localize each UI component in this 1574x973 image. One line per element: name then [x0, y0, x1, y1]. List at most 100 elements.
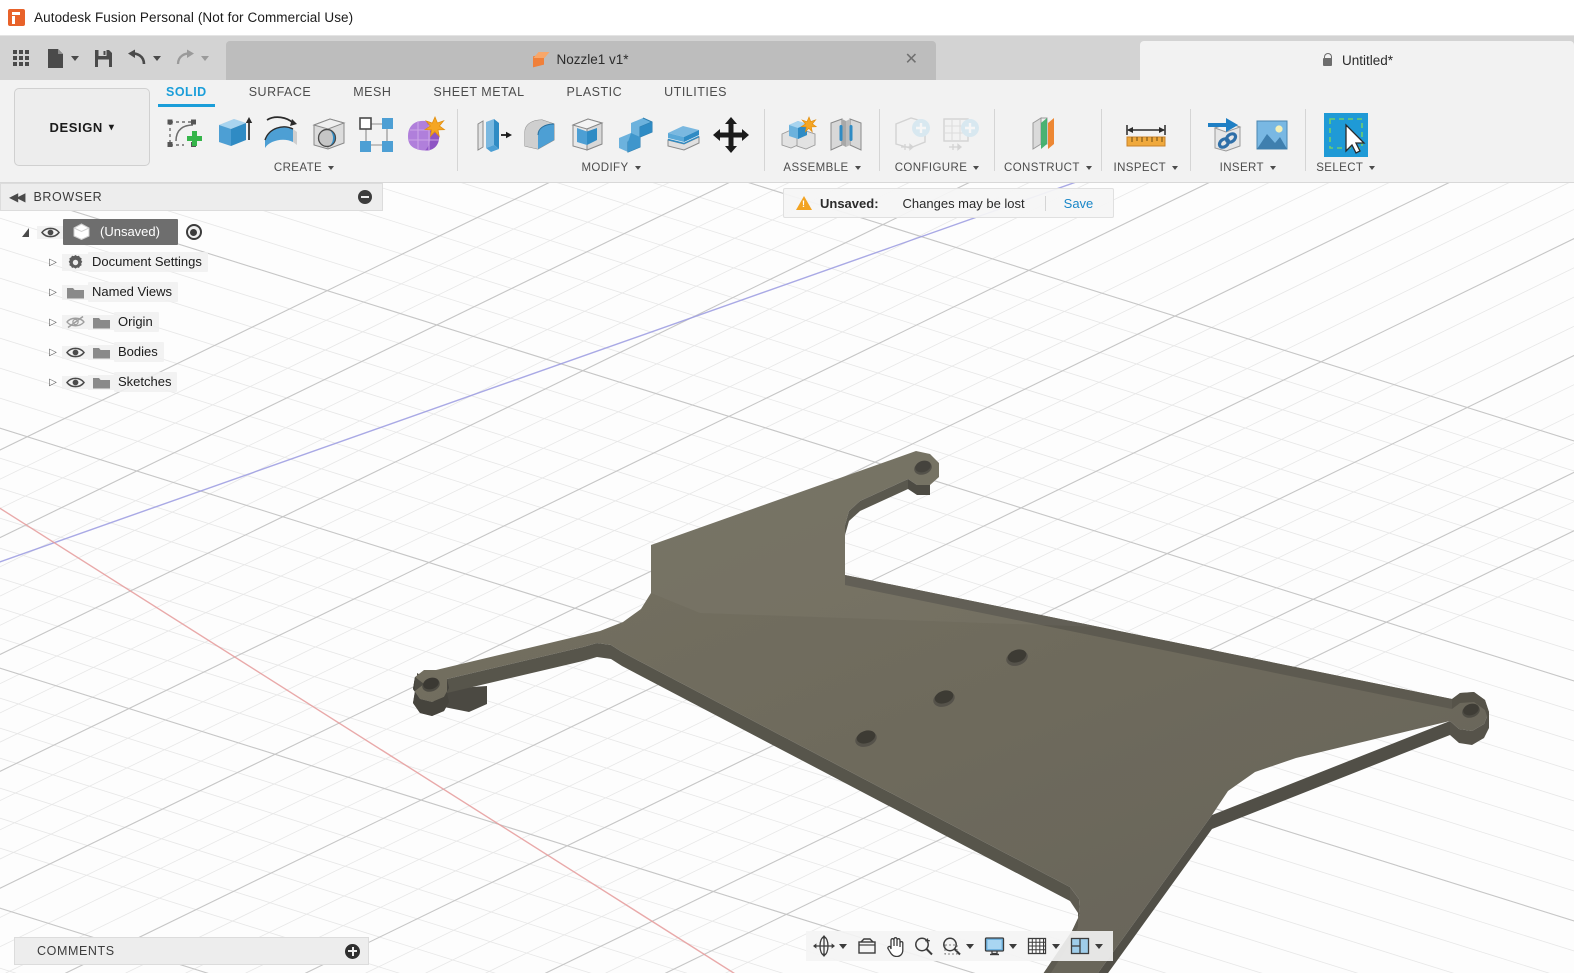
panel-label-inspect[interactable]: INSPECT: [1113, 162, 1179, 174]
display-settings-button[interactable]: [980, 932, 1008, 960]
zoom-button[interactable]: [909, 932, 937, 960]
extrude-tool[interactable]: [208, 110, 256, 160]
shell-tool[interactable]: [563, 110, 611, 160]
pattern-tool[interactable]: [352, 110, 400, 160]
browser-node-bodies[interactable]: ▷ Bodies: [0, 337, 383, 367]
browser-node-unsaved[interactable]: (Unsaved): [0, 217, 383, 247]
pan-button[interactable]: [881, 932, 909, 960]
chevron-down-icon: [854, 166, 861, 170]
chevron-right-icon[interactable]: ▷: [44, 287, 62, 298]
panel-label-select[interactable]: SELECT: [1316, 162, 1376, 174]
panel-label-modify[interactable]: MODIFY: [581, 162, 641, 174]
joint-tool[interactable]: [822, 110, 870, 160]
visibility-eye-hidden-icon[interactable]: [62, 315, 88, 329]
ribbon-panel-assemble: ASSEMBLE: [774, 107, 870, 183]
offset-plane-tool[interactable]: [1016, 110, 1080, 160]
new-file-dropdown-caret-icon[interactable]: [71, 55, 79, 61]
chevron-right-icon[interactable]: ▷: [44, 317, 62, 328]
zoom-window-icon: [942, 937, 961, 955]
undo-button[interactable]: [122, 43, 152, 73]
extrude-icon: [219, 117, 253, 146]
configure-table-tool: [937, 110, 985, 160]
canvas-viewport[interactable]: ◀◀ BROWSER (Unsaved) ▷ Document Settings…: [0, 183, 1574, 973]
comments-title: COMMENTS: [37, 944, 115, 958]
visibility-eye-icon[interactable]: [37, 225, 63, 239]
visibility-eye-icon[interactable]: [62, 375, 88, 389]
panel-label-create[interactable]: CREATE: [274, 162, 335, 174]
component-icon: [73, 223, 90, 240]
unsaved-status: Unsaved:: [820, 195, 879, 211]
quick-access-toolbar: [0, 36, 218, 80]
browser-node-document-settings[interactable]: ▷ Document Settings: [0, 247, 383, 277]
browser-node-sketches[interactable]: ▷ Sketches: [0, 367, 383, 397]
viewports-button[interactable]: [1066, 932, 1094, 960]
fillet-tool[interactable]: [515, 110, 563, 160]
combine-tool[interactable]: [611, 110, 659, 160]
browser-node-named-views[interactable]: ▷ Named Views: [0, 277, 383, 307]
minus-circle-icon[interactable]: [358, 190, 372, 204]
panel-label-configure[interactable]: CONFIGURE: [895, 162, 980, 174]
ribbon-tab-solid[interactable]: SOLID: [158, 80, 215, 107]
grid-snaps-button[interactable]: [1023, 932, 1051, 960]
workspace-selector-button[interactable]: DESIGN ▾: [14, 88, 150, 166]
browser-node-origin[interactable]: ▷ Origin: [0, 307, 383, 337]
chevron-right-icon[interactable]: ▷: [44, 257, 62, 268]
ribbon-tab-surface[interactable]: SURFACE: [249, 80, 312, 104]
app-grid-button[interactable]: [6, 43, 36, 73]
panel-label-construct[interactable]: CONSTRUCT: [1004, 162, 1092, 174]
panel-label-insert[interactable]: INSERT: [1220, 162, 1276, 174]
create-form-tool[interactable]: [400, 110, 448, 160]
move-arrows-icon: [713, 117, 749, 153]
look-at-button[interactable]: [853, 932, 881, 960]
plus-circle-icon[interactable]: [345, 943, 360, 959]
configure-table-icon: [943, 118, 979, 151]
insert-derive-tool[interactable]: [1200, 110, 1248, 160]
ribbon: DESIGN ▾ SOLID SURFACE MESH SHEET METAL …: [0, 80, 1574, 183]
new-component-tool[interactable]: [774, 110, 822, 160]
zoom-window-dropdown-caret-icon[interactable]: [966, 943, 974, 949]
ribbon-tab-mesh[interactable]: MESH: [353, 80, 391, 104]
split-face-tool[interactable]: [659, 110, 707, 160]
document-tab-nozzle1[interactable]: Nozzle1 v1* ✕: [226, 41, 936, 80]
rectangular-pattern-icon: [359, 117, 393, 152]
zoom-window-button[interactable]: [937, 932, 965, 960]
canvas-image-tool[interactable]: [1248, 110, 1296, 160]
select-tool[interactable]: [1315, 110, 1377, 160]
orbit-dropdown-caret-icon[interactable]: [839, 943, 847, 949]
press-pull-tool[interactable]: [467, 110, 515, 160]
ribbon-tab-sheet-metal[interactable]: SHEET METAL: [433, 80, 524, 104]
ribbon-tab-utilities[interactable]: UTILITIES: [664, 80, 727, 104]
redo-dropdown-caret-icon[interactable]: [201, 55, 209, 61]
chevron-right-icon[interactable]: ▷: [44, 347, 62, 358]
browser-node-label: Bodies: [114, 342, 164, 362]
activate-component-radio[interactable]: [185, 224, 202, 240]
create-sketch-tool[interactable]: [160, 110, 208, 160]
save-button[interactable]: [88, 43, 118, 73]
new-file-button[interactable]: [40, 43, 70, 73]
ribbon-tab-plastic[interactable]: PLASTIC: [567, 80, 623, 104]
document-tab-label: Untitled*: [1341, 53, 1394, 68]
configure-design-tool: [889, 110, 937, 160]
panel-separator: [1100, 109, 1102, 171]
undo-dropdown-caret-icon[interactable]: [153, 55, 161, 61]
visibility-eye-icon[interactable]: [62, 345, 88, 359]
close-icon[interactable]: ✕: [905, 52, 918, 68]
hole-tool[interactable]: [304, 110, 352, 160]
display-settings-dropdown-caret-icon[interactable]: [1009, 943, 1017, 949]
viewports-dropdown-caret-icon[interactable]: [1095, 943, 1103, 949]
comments-panel[interactable]: COMMENTS: [14, 937, 369, 965]
save-link[interactable]: Save: [1046, 196, 1112, 211]
move-copy-tool[interactable]: [707, 110, 755, 160]
document-tab-untitled[interactable]: Untitled*: [1140, 41, 1574, 80]
measure-tool[interactable]: [1111, 110, 1181, 160]
folder-icon: [88, 314, 114, 330]
unsaved-notification-bar: Unsaved: Changes may be lost Save: [783, 188, 1115, 218]
panel-label-assemble[interactable]: ASSEMBLE: [783, 162, 861, 174]
expand-triangle-icon[interactable]: [22, 227, 29, 237]
chevron-right-icon[interactable]: ▷: [44, 377, 62, 388]
orbit-button[interactable]: [810, 932, 838, 960]
collapse-left-icon[interactable]: ◀◀: [9, 190, 26, 204]
grid-snaps-dropdown-caret-icon[interactable]: [1052, 943, 1060, 949]
revolve-tool[interactable]: [256, 110, 304, 160]
redo-button[interactable]: [170, 43, 200, 73]
